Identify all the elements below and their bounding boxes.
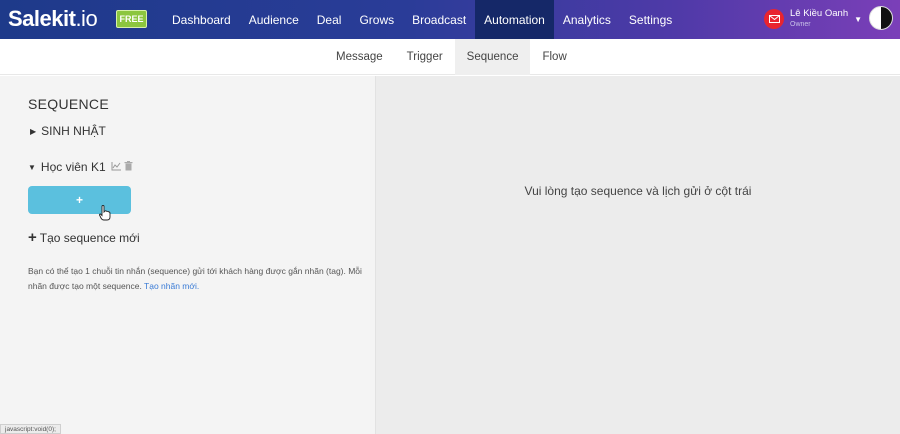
user-role: Owner: [790, 21, 811, 28]
tab-flow[interactable]: Flow: [530, 39, 578, 75]
caret-down-icon: ▼: [28, 162, 36, 172]
main-nav: Dashboard Audience Deal Grows Broadcast …: [163, 0, 681, 39]
trash-icon[interactable]: [124, 160, 133, 174]
tab-trigger[interactable]: Trigger: [395, 39, 455, 75]
sequence-group-hoc-vien-k1[interactable]: ▼ Học viên K1: [28, 160, 133, 174]
sequence-group-label: SINH NHẬT: [41, 124, 106, 138]
avatar[interactable]: [869, 6, 893, 30]
sequence-content-area: Vui lòng tạo sequence và lịch gửi ở cột …: [376, 76, 900, 434]
create-sequence-link[interactable]: + Tạo sequence mới: [28, 229, 140, 246]
sequence-group-sinh-nhat[interactable]: ▶ SINH NHẬT: [30, 124, 106, 138]
sequence-group-label: Học viên K1: [40, 160, 106, 174]
sequence-help-text: Bạn có thể tạo 1 chuỗi tin nhắn (sequenc…: [28, 264, 368, 294]
plan-badge: FREE: [116, 10, 147, 28]
top-navbar: Salekit.io FREE Dashboard Audience Deal …: [0, 0, 900, 39]
nav-item-broadcast[interactable]: Broadcast: [403, 0, 475, 39]
empty-state-message: Vui lòng tạo sequence và lịch gửi ở cột …: [524, 184, 752, 198]
user-name: Lê Kiều Oanh: [790, 8, 849, 19]
chevron-down-icon: ▼: [854, 14, 863, 24]
group-actions: [111, 160, 133, 174]
hand-cursor-icon: [99, 205, 111, 226]
sequence-sidebar: SEQUENCE ▶ SINH NHẬT ▼ Học viên K1 + + T…: [0, 76, 375, 434]
nav-item-automation[interactable]: Automation: [475, 0, 554, 39]
nav-item-audience[interactable]: Audience: [240, 0, 308, 39]
nav-item-settings[interactable]: Settings: [620, 0, 681, 39]
add-message-button[interactable]: +: [28, 186, 131, 214]
user-info: Lê Kiều Oanh Owner: [790, 8, 848, 30]
user-menu[interactable]: Lê Kiều Oanh Owner ▼: [764, 6, 862, 32]
salekit-logo[interactable]: Salekit.io: [8, 6, 98, 32]
sidebar-title: SEQUENCE: [28, 96, 109, 112]
plus-icon: +: [28, 229, 37, 246]
create-sequence-label: Tạo sequence mới: [39, 231, 140, 245]
sub-navbar: Message Trigger Sequence Flow: [0, 39, 900, 75]
nav-item-deal[interactable]: Deal: [308, 0, 351, 39]
nav-item-dashboard[interactable]: Dashboard: [163, 0, 240, 39]
caret-right-icon: ▶: [30, 126, 37, 136]
browser-status-bar: javascript:void(0);: [0, 424, 61, 434]
tab-sequence[interactable]: Sequence: [454, 39, 531, 75]
chart-icon[interactable]: [111, 160, 121, 174]
logo-text: Salekit.io: [8, 6, 98, 31]
mail-icon: [764, 9, 784, 29]
tab-message[interactable]: Message: [324, 39, 395, 75]
create-tag-link[interactable]: Tạo nhãn mới.: [144, 281, 199, 291]
nav-item-grows[interactable]: Grows: [350, 0, 403, 39]
nav-item-analytics[interactable]: Analytics: [554, 0, 620, 39]
subnav-tabs: Message Trigger Sequence Flow: [324, 39, 579, 75]
